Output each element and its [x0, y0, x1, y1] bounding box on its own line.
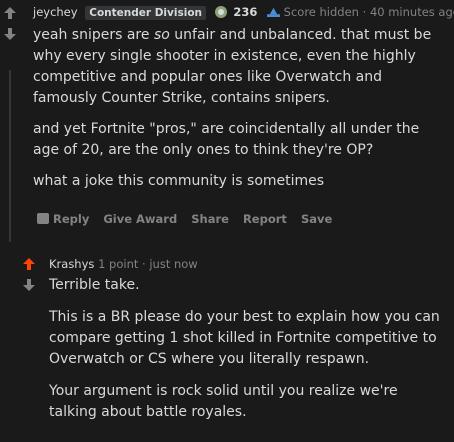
- comment-paragraph: yeah snipers are so unfair and unbalance…: [33, 27, 432, 106]
- comment-meta: Krashys 1 point · just now: [49, 257, 198, 271]
- reply-icon: [37, 213, 49, 224]
- user-flair: Contender Division: [85, 6, 207, 20]
- share-button[interactable]: Share: [191, 212, 229, 226]
- comment-paragraph: This is a BR please do your best to expl…: [49, 309, 440, 367]
- save-button[interactable]: Save: [301, 212, 332, 226]
- comment-body: yeah snipers are so unfair and unbalance…: [33, 25, 448, 192]
- give-award-button[interactable]: Give Award: [103, 212, 177, 226]
- comment-paragraph: Your argument is rock solid until you re…: [49, 383, 398, 420]
- comment-paragraph: Terrible take.: [49, 277, 140, 293]
- flair-badge-icon: [214, 6, 227, 18]
- comment-author[interactable]: jeychey: [33, 5, 78, 19]
- comment-body: Terrible take. This is a BR please do yo…: [49, 275, 449, 423]
- comment-author[interactable]: Krashys: [49, 257, 94, 271]
- upvote-arrow-icon[interactable]: [23, 258, 35, 270]
- comment-time: just now: [149, 257, 198, 271]
- reply-button[interactable]: Reply: [37, 212, 89, 226]
- comment-meta: jeychey Contender Division 236 Score hid…: [33, 5, 454, 20]
- report-button[interactable]: Report: [243, 212, 287, 226]
- comment-points: 1 point: [98, 257, 139, 271]
- flair-count: 236: [233, 5, 258, 19]
- comment-paragraph: what a joke this community is sometimes: [33, 173, 325, 189]
- upvote-arrow-icon[interactable]: [4, 7, 16, 19]
- downvote-arrow-icon[interactable]: [23, 279, 35, 291]
- comment-paragraph: and yet Fortnite "pros," are coincidenta…: [33, 121, 420, 158]
- comment-time: 40 minutes ago: [369, 5, 454, 19]
- score-status: Score hidden: [283, 5, 359, 19]
- score-hidden-icon: [267, 7, 280, 17]
- comment-actions: Reply Give Award Share Report Save: [37, 212, 342, 226]
- thread-line[interactable]: [9, 70, 11, 242]
- downvote-arrow-icon[interactable]: [4, 28, 16, 40]
